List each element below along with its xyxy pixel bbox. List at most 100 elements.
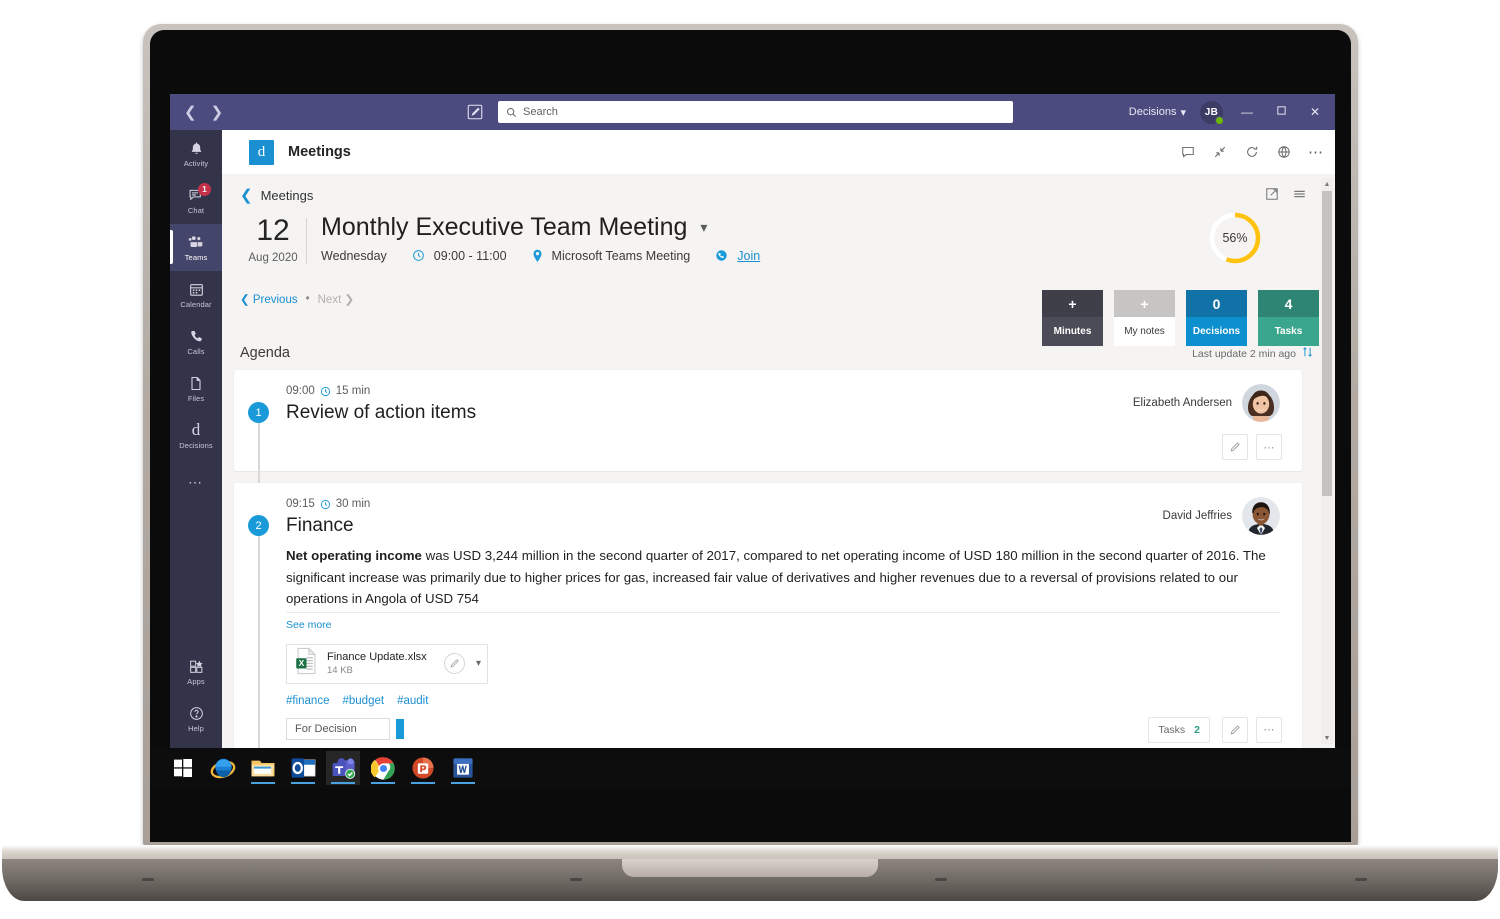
decision-accent-bar — [396, 718, 404, 739]
previous-meeting-button[interactable]: ❮ Previous — [240, 292, 298, 306]
meeting-weekday: Wednesday — [321, 248, 387, 263]
sidebar-item-label: Decisions — [179, 440, 213, 450]
outlook-icon[interactable] — [286, 751, 320, 785]
close-button[interactable]: ✕ — [1305, 105, 1325, 119]
word-icon[interactable] — [446, 751, 480, 785]
maximize-button[interactable] — [1271, 105, 1291, 119]
tag-item[interactable]: #budget — [342, 695, 384, 707]
meeting-day: 12 — [256, 214, 290, 247]
sidebar-item-teams[interactable]: Teams — [170, 224, 222, 271]
stat-card-minutes[interactable]: + Minutes — [1042, 290, 1103, 346]
titlebar-right: Decisions ▾ JB — ✕ — [1129, 94, 1325, 130]
meeting-title: Monthly Executive Team Meeting — [321, 213, 688, 241]
running-indicator — [331, 782, 355, 784]
content-scrollbar[interactable]: ▲ ▼ — [1321, 178, 1333, 744]
agenda-item[interactable]: 1 09:00 15 min Review of action items El… — [234, 370, 1302, 485]
meeting-title-row: Monthly Executive Team Meeting ▾ — [321, 213, 760, 242]
search-input[interactable]: Search — [498, 101, 1013, 123]
tasks-counter[interactable]: Tasks 2 — [1148, 716, 1210, 743]
popout-icon[interactable] — [1264, 186, 1279, 201]
refresh-icon[interactable] — [1244, 145, 1259, 160]
sidebar-item-calendar[interactable]: Calendar — [170, 271, 222, 318]
org-label: Decisions — [1128, 106, 1177, 118]
file-name: Finance Update.xlsx — [327, 651, 427, 664]
chevron-down-icon[interactable]: ▾ — [473, 658, 481, 669]
agenda-item-body: Net operating income was USD 3,244 milli… — [286, 545, 1280, 610]
laptop-base-foot — [1355, 878, 1367, 881]
sidebar-item-calls[interactable]: Calls — [170, 318, 222, 365]
compose-icon[interactable] — [466, 103, 484, 121]
triangle-up-icon[interactable]: ▲ — [1321, 178, 1333, 190]
edit-button[interactable] — [1222, 434, 1248, 460]
avatar — [1242, 384, 1280, 422]
org-switcher[interactable]: Decisions ▾ — [1129, 106, 1186, 119]
globe-icon[interactable] — [1276, 145, 1291, 160]
sidebar-more-button[interactable]: ⋯ — [170, 459, 222, 506]
running-indicator — [371, 782, 395, 784]
previous-label: Previous — [252, 294, 298, 306]
sidebar-item-label: Apps — [187, 676, 205, 686]
teams-icon — [188, 234, 205, 251]
sort-icon[interactable] — [1302, 346, 1313, 361]
back-button[interactable]: ❮ — [184, 105, 197, 120]
teams-titlebar: ❮ ❯ Search Decisions ▾ JB — ✕ — [170, 94, 1335, 130]
triangle-down-icon[interactable]: ▼ — [1321, 732, 1333, 744]
next-meeting-button[interactable]: Next ❯ — [318, 292, 355, 306]
stat-card-decisions[interactable]: 0 Decisions — [1186, 290, 1247, 346]
help-icon — [188, 705, 205, 722]
meeting-time-range: 09:00 - 11:00 — [433, 248, 507, 263]
laptop-base-foot — [935, 878, 947, 881]
edit-button[interactable] — [1222, 716, 1248, 743]
running-indicator — [251, 782, 275, 784]
more-options-button[interactable]: ⋯ — [1256, 434, 1282, 460]
more-options-button[interactable]: ⋯ — [1256, 716, 1282, 743]
chevron-down-icon: ▾ — [1180, 106, 1186, 119]
list-view-icon[interactable] — [1292, 186, 1307, 201]
file-explorer-icon[interactable] — [246, 751, 280, 785]
sidebar-item-help[interactable]: Help — [170, 695, 222, 742]
ellipsis-icon[interactable]: ⋯ — [1308, 144, 1323, 161]
file-attachment[interactable]: X Finance Update.xlsx 14 KB ▾ — [286, 643, 488, 684]
minimize-button[interactable]: — — [1237, 105, 1257, 119]
decisions-d-icon: d — [191, 420, 201, 439]
scrollbar-thumb[interactable] — [1322, 191, 1332, 496]
sidebar-item-files[interactable]: Files — [170, 365, 222, 412]
collapse-icon[interactable] — [1212, 145, 1227, 160]
sidebar-item-apps[interactable]: Apps — [170, 648, 222, 695]
sidebar-item-label: Calendar — [180, 299, 212, 309]
chat-bubble-icon[interactable] — [1180, 145, 1195, 160]
stat-card-my-notes[interactable]: + My notes — [1114, 290, 1175, 346]
internet-explorer-icon[interactable] — [206, 751, 240, 785]
clock-icon — [320, 386, 331, 397]
pencil-circle-icon[interactable] — [443, 653, 465, 675]
bell-icon — [188, 140, 205, 157]
files-icon — [188, 375, 205, 392]
sidebar-item-activity[interactable]: Activity — [170, 130, 222, 177]
breadcrumb[interactable]: ❮ Meetings — [240, 186, 313, 204]
calendar-icon — [188, 281, 205, 298]
body-bold-lead: Net operating income — [286, 548, 422, 563]
agenda-item-number: 2 — [248, 515, 269, 536]
duration: 30 min — [335, 498, 371, 510]
avatar[interactable]: JB — [1200, 100, 1224, 125]
google-chrome-icon[interactable] — [366, 751, 400, 785]
agenda-item[interactable]: 2 09:15 30 min Finance David Jeffries Ne… — [234, 483, 1302, 748]
microsoft-teams-icon[interactable] — [326, 751, 360, 785]
decision-type-select[interactable]: For Decision — [286, 717, 390, 740]
sidebar-item-chat[interactable]: 1 Chat — [170, 177, 222, 224]
powerpoint-icon[interactable] — [406, 751, 440, 785]
avatar — [1242, 497, 1280, 535]
forward-button[interactable]: ❯ — [211, 105, 224, 120]
body-rest: was USD 3,244 million in the second quar… — [286, 548, 1266, 607]
windows-start-icon[interactable] — [166, 751, 200, 785]
tag-item[interactable]: #finance — [286, 695, 329, 707]
sidebar-item-decisions[interactable]: d Decisions — [170, 412, 222, 459]
join-call-icon — [715, 249, 728, 262]
tag-item[interactable]: #audit — [397, 695, 428, 707]
agenda-timeline — [258, 423, 260, 485]
chevron-down-icon[interactable]: ▾ — [700, 219, 707, 236]
see-more-link[interactable]: See more — [286, 619, 1280, 631]
agenda-section-header: Agenda Last update 2 min ago — [240, 345, 1313, 361]
stat-card-tasks[interactable]: 4 Tasks — [1258, 290, 1319, 346]
join-link[interactable]: Join — [737, 249, 760, 263]
